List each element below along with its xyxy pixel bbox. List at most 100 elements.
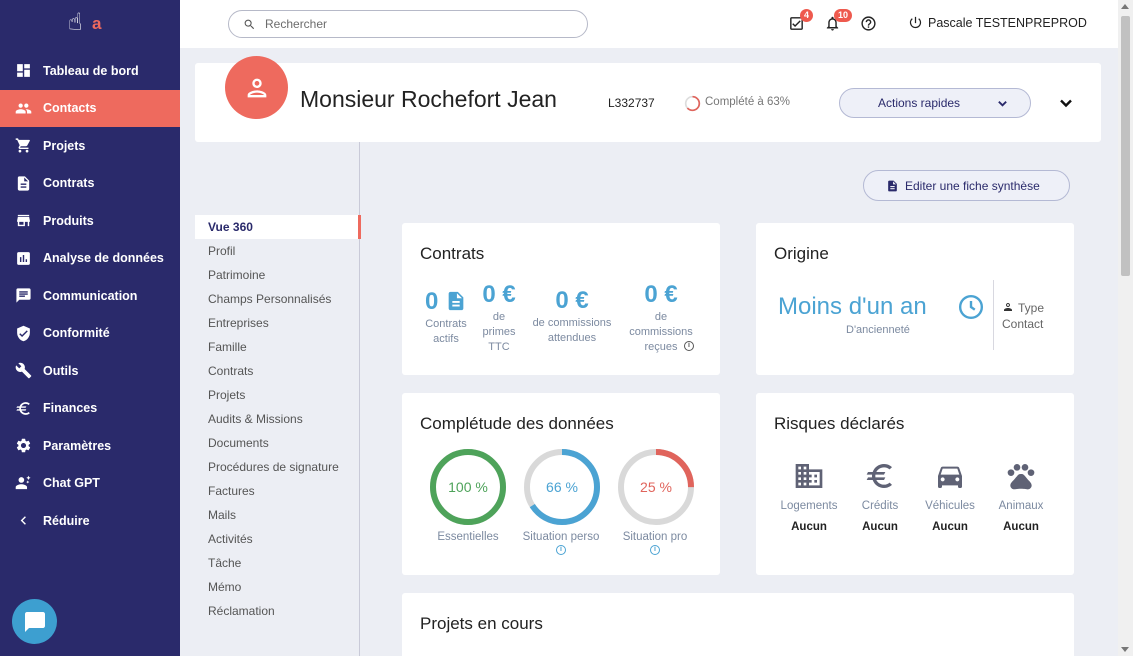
tools-icon — [15, 363, 32, 379]
sidebar-item-produits[interactable]: Produits — [0, 202, 180, 240]
sparkle-person-icon — [15, 475, 31, 489]
subnav-item[interactable]: Activités — [195, 527, 360, 551]
subnav-item[interactable]: Entreprises — [195, 311, 360, 335]
donut-percent: 66 % — [546, 479, 578, 495]
donut-label: Situation pro — [622, 531, 688, 543]
sidebar-item-label: Réduire — [43, 513, 90, 528]
sidebar-item-communication[interactable]: Communication — [0, 277, 180, 315]
hand-cursor-icon: ☝ — [68, 9, 83, 36]
edit-synthesis-label: Editer une fiche synthèse — [905, 178, 1040, 193]
chevron-left-icon — [20, 516, 26, 525]
donut-percent: 100 % — [448, 479, 488, 495]
seniority-value: Moins d'un an — [778, 293, 927, 320]
risk-value: Aucun — [791, 521, 827, 533]
stat-value: 0 — [416, 289, 476, 314]
help-button[interactable] — [860, 15, 880, 35]
stat-label: de commissions attendues — [532, 317, 612, 344]
card-title: Origine — [774, 244, 829, 263]
topbar: 4 10 Pascale TESTENPREPROD — [180, 0, 1118, 48]
sidebar-item-outils[interactable]: Outils — [0, 352, 180, 390]
sidebar-item-finances[interactable]: Finances — [0, 390, 180, 428]
completion-ring-icon — [684, 95, 701, 112]
subnav-item[interactable]: Factures — [195, 479, 360, 503]
contact-type: Type Contact — [1002, 300, 1062, 332]
scroll-up-icon[interactable] — [1121, 4, 1129, 9]
subnav-item[interactable]: Audits & Missions — [195, 407, 360, 431]
sidebar-item-projets[interactable]: Projets — [0, 127, 180, 165]
subnav-item[interactable]: Mémo — [195, 575, 360, 599]
sidebar-item-reduire[interactable]: Réduire — [0, 502, 180, 540]
quick-actions-label: Actions rapides — [878, 96, 961, 110]
subnav-item[interactable]: Documents — [195, 431, 360, 455]
risk-credits[interactable]: Crédits Aucun — [845, 460, 915, 533]
sidebar-item-tableau-de-bord[interactable]: Tableau de bord — [0, 52, 180, 90]
subnav-item[interactable]: Profil — [195, 239, 360, 263]
subnav-item[interactable]: Vue 360 — [195, 215, 361, 239]
page-scrollbar[interactable] — [1118, 0, 1133, 656]
subnav-item[interactable]: Procédures de signature — [195, 455, 360, 479]
risk-value: Aucun — [1003, 521, 1039, 533]
donut-label: Situation perso — [522, 531, 600, 543]
sidebar-item-analyse-de-donnees[interactable]: Analyse de données — [0, 240, 180, 278]
expected-commissions-stat: 0 € de commissions attendues — [524, 289, 620, 346]
sidebar-item-label: Projets — [43, 138, 86, 153]
info-icon[interactable]: i — [684, 341, 694, 351]
search-bar[interactable] — [228, 10, 588, 38]
stat-label: de primes TTC — [482, 311, 516, 353]
sidebar-item-label: Chat GPT — [43, 476, 100, 491]
sidebar-item-parametres[interactable]: Paramètres — [0, 427, 180, 465]
sidebar-item-label: Finances — [43, 401, 98, 416]
euro-icon — [16, 401, 30, 415]
search-input[interactable] — [265, 17, 565, 31]
info-icon[interactable]: i — [556, 545, 566, 555]
user-menu[interactable]: Pascale TESTENPREPROD — [908, 15, 1087, 30]
risk-label: Crédits — [861, 500, 899, 512]
risk-value: Aucun — [862, 521, 898, 533]
subnav-item[interactable]: Famille — [195, 335, 360, 359]
scroll-down-icon[interactable] — [1121, 647, 1129, 652]
completeness-card: Complétude des données 100 % 66 % 25 % E… — [402, 393, 720, 575]
risk-vehicules[interactable]: Véhicules Aucun — [915, 460, 985, 533]
building-icon — [795, 464, 823, 488]
subnav-item[interactable]: Projets — [195, 383, 360, 407]
sidebar-item-conformite[interactable]: Conformité — [0, 315, 180, 353]
sidebar-item-label: Analyse de données — [43, 251, 164, 266]
subnav-item[interactable]: Mails — [195, 503, 360, 527]
app-logo[interactable]: ☝ a — [68, 8, 108, 38]
edit-synthesis-button[interactable]: Editer une fiche synthèse — [863, 170, 1070, 201]
sidebar-item-label: Communication — [43, 288, 138, 303]
donut-situation-pro: 25 % — [618, 449, 694, 525]
subnav-item[interactable]: Patrimoine — [195, 263, 360, 287]
subnav-item[interactable]: Contrats — [195, 359, 360, 383]
document-icon — [448, 291, 464, 311]
euro-icon — [866, 464, 892, 488]
info-icon[interactable]: i — [650, 545, 660, 555]
header-collapse-button[interactable] — [1059, 96, 1073, 110]
user-name: Pascale TESTENPREPROD — [928, 15, 1087, 30]
clock-icon — [958, 294, 984, 320]
shield-check-icon — [17, 325, 30, 342]
sidebar-item-chat-gpt[interactable]: Chat GPT — [0, 465, 180, 503]
sidebar-item-contacts[interactable]: Contacts — [0, 89, 180, 127]
active-contracts-stat: 0 Contrats actifs — [416, 289, 476, 347]
completion-text: Complété à 63% — [705, 96, 791, 108]
quick-actions-button[interactable]: Actions rapides — [839, 88, 1031, 118]
document-icon — [17, 176, 30, 191]
logo-letter: a — [92, 14, 102, 33]
subnav-item[interactable]: Réclamation — [195, 599, 360, 623]
scrollbar-thumb[interactable] — [1121, 16, 1130, 276]
chat-icon — [24, 611, 45, 632]
risk-animaux[interactable]: Animaux Aucun — [986, 460, 1056, 533]
sidebar-item-contrats[interactable]: Contrats — [0, 165, 180, 203]
notifications-button[interactable]: 10 — [824, 9, 853, 35]
tasks-button[interactable]: 4 — [788, 9, 814, 35]
subnav-item[interactable]: Tâche — [195, 551, 360, 575]
seniority-label: D'ancienneté — [846, 324, 910, 336]
risk-logements[interactable]: Logements Aucun — [774, 460, 844, 533]
sidebar-item-label: Contacts — [43, 101, 97, 116]
subnav-item[interactable]: Champs Personnalisés — [195, 287, 360, 311]
tasks-badge: 4 — [800, 9, 814, 22]
donut-percent: 25 % — [640, 479, 672, 495]
chat-support-button[interactable] — [12, 599, 57, 644]
stat-value: 0 € — [482, 281, 516, 308]
